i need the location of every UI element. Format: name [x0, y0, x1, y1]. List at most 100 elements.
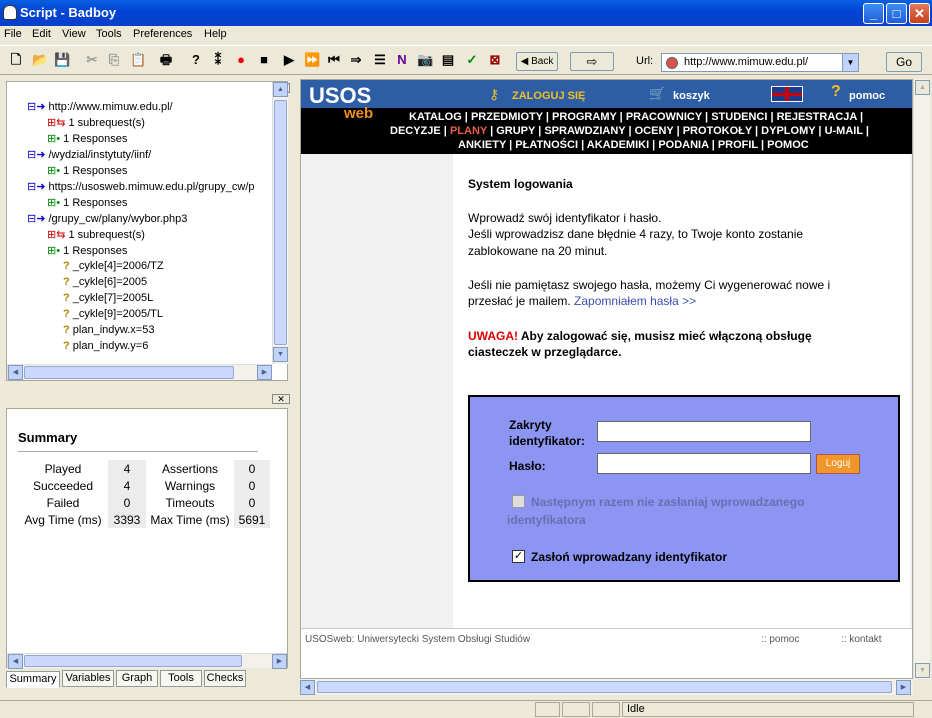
- scroll-thumb[interactable]: [317, 681, 892, 693]
- browser-hscrollbar[interactable]: ◀ ▶: [300, 679, 913, 695]
- usos-logo-web: web: [344, 105, 374, 122]
- tree-item[interactable]: ? _cykle[9]=2005/TL: [63, 308, 163, 320]
- maximize-button[interactable]: □: [886, 3, 907, 24]
- scroll-right-icon[interactable]: ▶: [257, 365, 272, 380]
- identifier-input[interactable]: [597, 421, 811, 442]
- record-icon[interactable]: ●: [233, 52, 249, 68]
- no-hide-checkbox[interactable]: [512, 495, 525, 508]
- scroll-left-icon[interactable]: ◀: [300, 680, 315, 695]
- n-icon[interactable]: N: [394, 52, 410, 68]
- tree-item[interactable]: ⊞• 1 Responses: [47, 196, 127, 209]
- tab-graph[interactable]: Graph: [116, 670, 158, 687]
- nav-row-3[interactable]: ANKIETY | PŁATNOŚCI | AKADEMIKI | PODANI…: [458, 139, 809, 151]
- scroll-right-icon[interactable]: ▶: [896, 680, 911, 695]
- scroll-left-icon[interactable]: ◀: [8, 654, 23, 669]
- menu-edit[interactable]: Edit: [32, 28, 51, 40]
- menu-help[interactable]: Help: [204, 28, 227, 40]
- menu-tools[interactable]: Tools: [96, 28, 122, 40]
- tree-item[interactable]: ⊞• 1 Responses: [47, 244, 127, 257]
- url-input[interactable]: http://www.mimuw.edu.pl/ ▼: [661, 53, 859, 72]
- save-icon[interactable]: 💾: [54, 52, 70, 68]
- tree-item[interactable]: ? plan_indyw.x=53: [63, 324, 154, 336]
- record-steps-icon[interactable]: ⁑: [210, 52, 226, 68]
- paste-icon[interactable]: 📋: [130, 52, 146, 68]
- close-summary-panel-icon[interactable]: ✕: [272, 394, 290, 404]
- tree-item[interactable]: ⊞• 1 Responses: [47, 164, 127, 177]
- scroll-up-icon[interactable]: ▲: [915, 80, 930, 95]
- tree-item[interactable]: ⊟➜ https://usosweb.mimuw.edu.pl/grupy_cw…: [27, 180, 255, 193]
- open-icon[interactable]: 📂: [32, 52, 48, 68]
- camera-icon[interactable]: 📷: [417, 52, 433, 68]
- help-link[interactable]: pomoc: [849, 90, 885, 102]
- new-icon[interactable]: 🗋: [8, 52, 24, 68]
- scroll-down-icon[interactable]: ▼: [273, 347, 288, 362]
- summary-hscrollbar[interactable]: ◀ ▶: [7, 653, 287, 669]
- login-link[interactable]: ZALOGUJ SIĘ: [512, 90, 585, 102]
- nav-row-1[interactable]: KATALOG | PRZEDMIOTY | PROGRAMY | PRACOW…: [409, 111, 863, 123]
- scroll-down-icon[interactable]: ▼: [915, 663, 930, 678]
- list-icon[interactable]: ☰: [372, 52, 388, 68]
- step-icon[interactable]: ⇒: [348, 52, 364, 68]
- print-icon[interactable]: 🖶: [158, 52, 174, 68]
- scroll-right-icon[interactable]: ▶: [272, 654, 287, 669]
- back-button[interactable]: ◀ Back: [516, 52, 558, 71]
- forgot-password-link[interactable]: Zapomniałem hasła >>: [574, 294, 696, 308]
- tree-item[interactable]: ? plan_indyw.y=6: [63, 340, 148, 352]
- menu-preferences[interactable]: Preferences: [133, 28, 192, 40]
- scroll-thumb[interactable]: [24, 655, 242, 667]
- menu-view[interactable]: View: [62, 28, 86, 40]
- nav-decyzje[interactable]: DECYZJE |: [390, 125, 447, 137]
- tree-item[interactable]: ? _cykle[4]=2006/TZ: [63, 260, 164, 272]
- tree-hscrollbar[interactable]: ◀ ▶: [7, 364, 272, 380]
- scroll-up-icon[interactable]: ▲: [273, 82, 288, 97]
- help-icon[interactable]: ?: [188, 52, 204, 68]
- tree-item[interactable]: ⊟➜ http://www.mimuw.edu.pl/: [27, 100, 173, 113]
- tree-item[interactable]: ? _cykle[7]=2005L: [63, 292, 153, 304]
- minimize-button[interactable]: _: [863, 3, 884, 24]
- rewind-icon[interactable]: ⏮: [326, 52, 342, 68]
- go-button[interactable]: Go: [886, 52, 922, 72]
- hide-identifier-label: Zasłoń wprowadzany identyfikator: [531, 550, 728, 564]
- scroll-thumb[interactable]: [274, 100, 287, 345]
- tree-item[interactable]: ⊟➜ /grupy_cw/plany/wybor.php3: [27, 212, 187, 225]
- tab-tools[interactable]: Tools: [160, 670, 202, 687]
- usos-nav: web KATALOG | PRZEDMIOTY | PROGRAMY | PR…: [301, 105, 912, 154]
- tree-item[interactable]: ? _cykle[6]=2005: [63, 276, 147, 288]
- form-icon[interactable]: ▤: [440, 52, 456, 68]
- title-bar[interactable]: Script - Badboy _ □ ✕: [0, 0, 932, 26]
- tree-item[interactable]: ⊞• 1 Responses: [47, 132, 127, 145]
- clear-icon[interactable]: ⊠: [487, 52, 503, 68]
- tree-item[interactable]: ⊞⇆ 1 subrequest(s): [47, 116, 145, 129]
- tab-checks[interactable]: Checks: [204, 670, 246, 687]
- english-flag-icon[interactable]: [771, 86, 803, 102]
- scroll-left-icon[interactable]: ◀: [8, 365, 23, 380]
- nav-rest[interactable]: | GRUPY | SPRAWDZIANY | OCENY | PROTOKOŁ…: [490, 125, 869, 137]
- forward-button[interactable]: ⇨: [570, 52, 614, 71]
- nav-row-2[interactable]: DECYZJE | PLANY | GRUPY | SPRAWDZIANY | …: [390, 125, 869, 137]
- copy-icon[interactable]: ⎘: [106, 52, 122, 68]
- close-button[interactable]: ✕: [909, 3, 930, 24]
- tree-item[interactable]: ⊞⇆ 1 subrequest(s): [47, 228, 145, 241]
- play-icon[interactable]: ▶: [281, 52, 297, 68]
- nav-plany[interactable]: PLANY: [450, 125, 487, 137]
- tree-item[interactable]: ⊟➜ /wydzial/instytuty/iinf/: [27, 148, 151, 161]
- hide-identifier-checkbox[interactable]: ✓: [512, 550, 525, 563]
- play-all-icon[interactable]: ⏩: [304, 52, 320, 68]
- scroll-thumb[interactable]: [24, 366, 234, 379]
- script-tree[interactable]: ⊟➜ http://www.mimuw.edu.pl/ ⊞⇆ 1 subrequ…: [6, 81, 288, 381]
- login-button[interactable]: Loguj: [816, 454, 860, 474]
- browser-view[interactable]: USOS ⚷ ZALOGUJ SIĘ 🛒 koszyk ? pomoc web …: [300, 79, 913, 679]
- footer-contact-link[interactable]: :: kontakt: [841, 634, 882, 645]
- chevron-down-icon[interactable]: ▼: [842, 54, 858, 71]
- tree-vscrollbar[interactable]: ▲ ▼: [272, 82, 288, 364]
- cut-icon[interactable]: ✂: [84, 52, 100, 68]
- tab-summary[interactable]: Summary: [6, 671, 60, 688]
- checkmark-icon[interactable]: ✓: [464, 52, 480, 68]
- menu-file[interactable]: File: [4, 28, 22, 40]
- stop-icon[interactable]: ■: [256, 52, 272, 68]
- password-input[interactable]: [597, 453, 811, 474]
- cart-link[interactable]: koszyk: [673, 90, 710, 102]
- footer-help-link[interactable]: :: pomoc: [761, 634, 799, 645]
- tab-variables[interactable]: Variables: [62, 670, 114, 687]
- browser-vscrollbar[interactable]: ▲ ▼: [913, 79, 930, 679]
